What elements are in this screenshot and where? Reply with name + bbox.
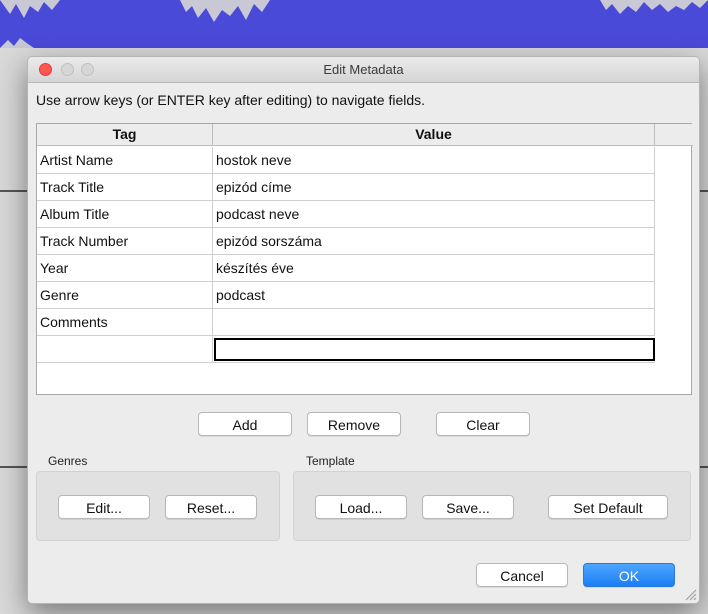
remove-button[interactable]: Remove	[307, 412, 401, 436]
cancel-button[interactable]: Cancel	[476, 563, 568, 587]
grid-header: Tag Value	[37, 124, 693, 146]
tag-cell[interactable]: Track Title	[37, 174, 213, 201]
clear-button[interactable]: Clear	[436, 412, 530, 436]
load-template-button[interactable]: Load...	[315, 495, 407, 519]
edit-metadata-dialog: Edit Metadata Use arrow keys (or ENTER k…	[27, 56, 700, 604]
table-row[interactable]: Genre podcast	[37, 282, 655, 309]
add-button[interactable]: Add	[198, 412, 292, 436]
column-header-tag[interactable]: Tag	[37, 124, 213, 146]
set-default-template-button[interactable]: Set Default	[548, 495, 668, 519]
tag-cell[interactable]: Genre	[37, 282, 213, 309]
tag-cell[interactable]: Artist Name	[37, 147, 213, 174]
tag-cell[interactable]	[37, 336, 213, 363]
table-row[interactable]	[37, 336, 655, 363]
table-row[interactable]: Track Title epizód címe	[37, 174, 655, 201]
value-cell[interactable]	[213, 309, 655, 336]
value-edit-field[interactable]	[214, 338, 655, 361]
title-bar[interactable]: Edit Metadata	[28, 57, 699, 83]
table-row[interactable]: Track Number epizód sorszáma	[37, 228, 655, 255]
tag-cell[interactable]: Year	[37, 255, 213, 282]
reset-genres-button[interactable]: Reset...	[165, 495, 257, 519]
waveform-track	[0, 0, 708, 48]
table-row[interactable]: Artist Name hostok neve	[37, 147, 655, 174]
tag-cell[interactable]: Track Number	[37, 228, 213, 255]
table-row[interactable]: Comments	[37, 309, 655, 336]
dialog-title: Edit Metadata	[323, 62, 404, 77]
genres-group-label: Genres	[48, 454, 88, 468]
waveform-graphic	[0, 0, 708, 48]
column-header-value[interactable]: Value	[213, 124, 655, 146]
save-template-button[interactable]: Save...	[422, 495, 514, 519]
tag-cell[interactable]: Album Title	[37, 201, 213, 228]
template-group-label: Template	[306, 454, 355, 468]
value-cell[interactable]: készítés éve	[213, 255, 655, 282]
table-row[interactable]: Album Title podcast neve	[37, 201, 655, 228]
value-cell[interactable]: epizód sorszáma	[213, 228, 655, 255]
resize-grip-icon[interactable]	[685, 589, 697, 601]
ok-button[interactable]: OK	[583, 563, 675, 587]
instructions-text: Use arrow keys (or ENTER key after editi…	[36, 92, 426, 108]
table-row[interactable]: Year készítés éve	[37, 255, 655, 282]
value-cell[interactable]: podcast	[213, 282, 655, 309]
value-cell[interactable]: epizód címe	[213, 174, 655, 201]
value-cell[interactable]: podcast neve	[213, 201, 655, 228]
metadata-grid[interactable]: Tag Value Artist Name hostok neve Track …	[36, 123, 693, 395]
value-cell[interactable]: hostok neve	[213, 147, 655, 174]
edit-genres-button[interactable]: Edit...	[58, 495, 150, 519]
tag-cell[interactable]: Comments	[37, 309, 213, 336]
